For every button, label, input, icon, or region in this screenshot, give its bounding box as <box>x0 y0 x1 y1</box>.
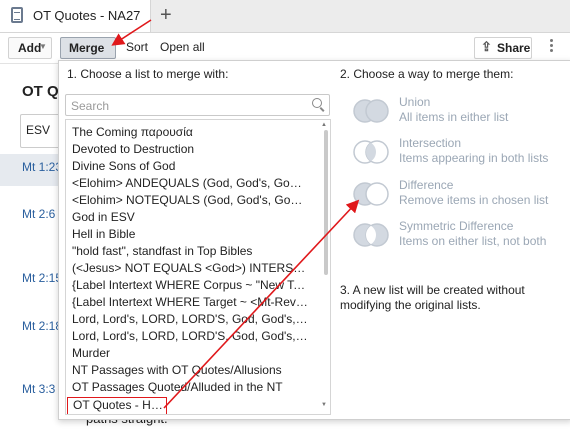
list-item[interactable]: God in ESV <box>72 210 308 227</box>
sort-button[interactable]: Sort <box>126 40 148 54</box>
document-list-icon <box>11 7 23 23</box>
merge-note: 3. A new list will be created without mo… <box>340 283 525 312</box>
list-item[interactable]: Hell in Bible <box>72 227 308 244</box>
ref-link[interactable]: Mt 2:6 <box>22 207 55 221</box>
search-icon <box>312 98 322 108</box>
symmetric-difference-desc: Items on either list, not both <box>399 234 547 248</box>
share-button[interactable]: ⇪ Share <box>474 37 532 59</box>
merge-button[interactable]: Merge <box>60 37 116 59</box>
ref-link[interactable]: Mt 1:23 <box>22 160 62 174</box>
chevron-down-icon: ▼ <box>39 42 47 51</box>
list-item[interactable]: NT Passages with OT Quotes/Allusions <box>72 363 308 380</box>
version-value: ESV <box>26 123 51 137</box>
list-item[interactable]: (<Jesus> NOT EQUALS <God>) INTERSECTS… <box>72 261 308 278</box>
ref-link[interactable]: Mt 2:15 <box>22 271 62 285</box>
difference-desc: Remove items in chosen list <box>399 193 549 207</box>
merge-label: Merge <box>69 41 105 55</box>
difference-icon <box>353 182 389 206</box>
list-item[interactable]: Lord, Lord's, LORD, LORD'S, God, God's, … <box>72 312 308 329</box>
list-picker[interactable]: The Coming παρουσία Devoted to Destructi… <box>65 119 331 415</box>
list-scrollbar[interactable] <box>324 130 328 275</box>
list-item[interactable]: Devoted to Destruction <box>72 142 308 159</box>
share-icon: ⇪ <box>481 39 492 54</box>
intersection-icon <box>353 140 389 164</box>
share-label: Share <box>497 41 531 55</box>
difference-title: Difference <box>399 178 454 192</box>
ref-link[interactable]: Mt 3:3 <box>22 382 55 396</box>
symmetric-difference-icon <box>353 223 389 247</box>
ref-link[interactable]: Mt 2:18 <box>22 319 62 333</box>
search-placeholder: Search <box>71 99 110 113</box>
symmetric-difference-option[interactable]: Symmetric Difference Items on either lis… <box>351 219 561 255</box>
step2-label: 2. Choose a way to merge them: <box>340 67 514 81</box>
add-button[interactable]: Add ▼ <box>8 37 52 59</box>
version-select[interactable]: ESV <box>20 114 62 148</box>
more-options-icon[interactable] <box>548 37 554 57</box>
scroll-down-arrow-icon[interactable]: ▼ <box>321 402 327 408</box>
symmetric-difference-title: Symmetric Difference <box>399 219 514 233</box>
difference-option[interactable]: Difference Remove items in chosen list <box>351 178 561 214</box>
open-all-button[interactable]: Open all <box>160 40 205 54</box>
scroll-up-arrow-icon[interactable]: ▲ <box>321 122 327 128</box>
list-item[interactable]: The Coming παρουσία <box>72 125 308 142</box>
tab-ot-quotes[interactable]: OT Quotes - NA27 <box>0 0 151 32</box>
list-item[interactable]: OT Passages Quoted/Alluded in the NT <box>72 380 308 397</box>
list-item[interactable]: Murder <box>72 346 308 363</box>
list-item[interactable]: {Label Intertext WHERE Corpus ~ "New Tes… <box>72 278 308 295</box>
search-input[interactable]: Search <box>65 94 330 116</box>
intersection-option[interactable]: Intersection Items appearing in both lis… <box>351 136 561 172</box>
merge-popup: 1. Choose a list to merge with: 2. Choos… <box>58 60 570 420</box>
union-icon <box>353 99 389 123</box>
list-item[interactable]: <Elohim> ANDEQUALS (God, God's, Godly)… <box>72 176 308 193</box>
union-option[interactable]: Union All items in either list <box>351 95 561 131</box>
list-item[interactable]: {Label Intertext WHERE Target ~ <Mt-Rev>… <box>72 295 308 312</box>
tab-title: OT Quotes - NA27 <box>33 8 141 23</box>
list-item[interactable]: Divine Sons of God <box>72 159 308 176</box>
list-item-selected[interactable]: OT Quotes - HCSB <box>67 397 167 414</box>
list-item[interactable]: "hold fast", standfast in Top Bibles <box>72 244 308 261</box>
tab-bar: OT Quotes - NA27 + <box>0 0 570 33</box>
list-item[interactable]: <Elohim> NOTEQUALS (God, God's, Godly)… <box>72 193 308 210</box>
list-item[interactable]: Lord, Lord's, LORD, LORD'S, God, God's, … <box>72 329 308 346</box>
step1-label: 1. Choose a list to merge with: <box>67 67 229 81</box>
intersection-desc: Items appearing in both lists <box>399 151 549 165</box>
intersection-title: Intersection <box>399 136 462 150</box>
union-desc: All items in either list <box>399 110 509 124</box>
add-label: Add <box>18 41 42 55</box>
union-title: Union <box>399 95 431 109</box>
new-tab-plus-icon[interactable]: + <box>160 4 172 26</box>
